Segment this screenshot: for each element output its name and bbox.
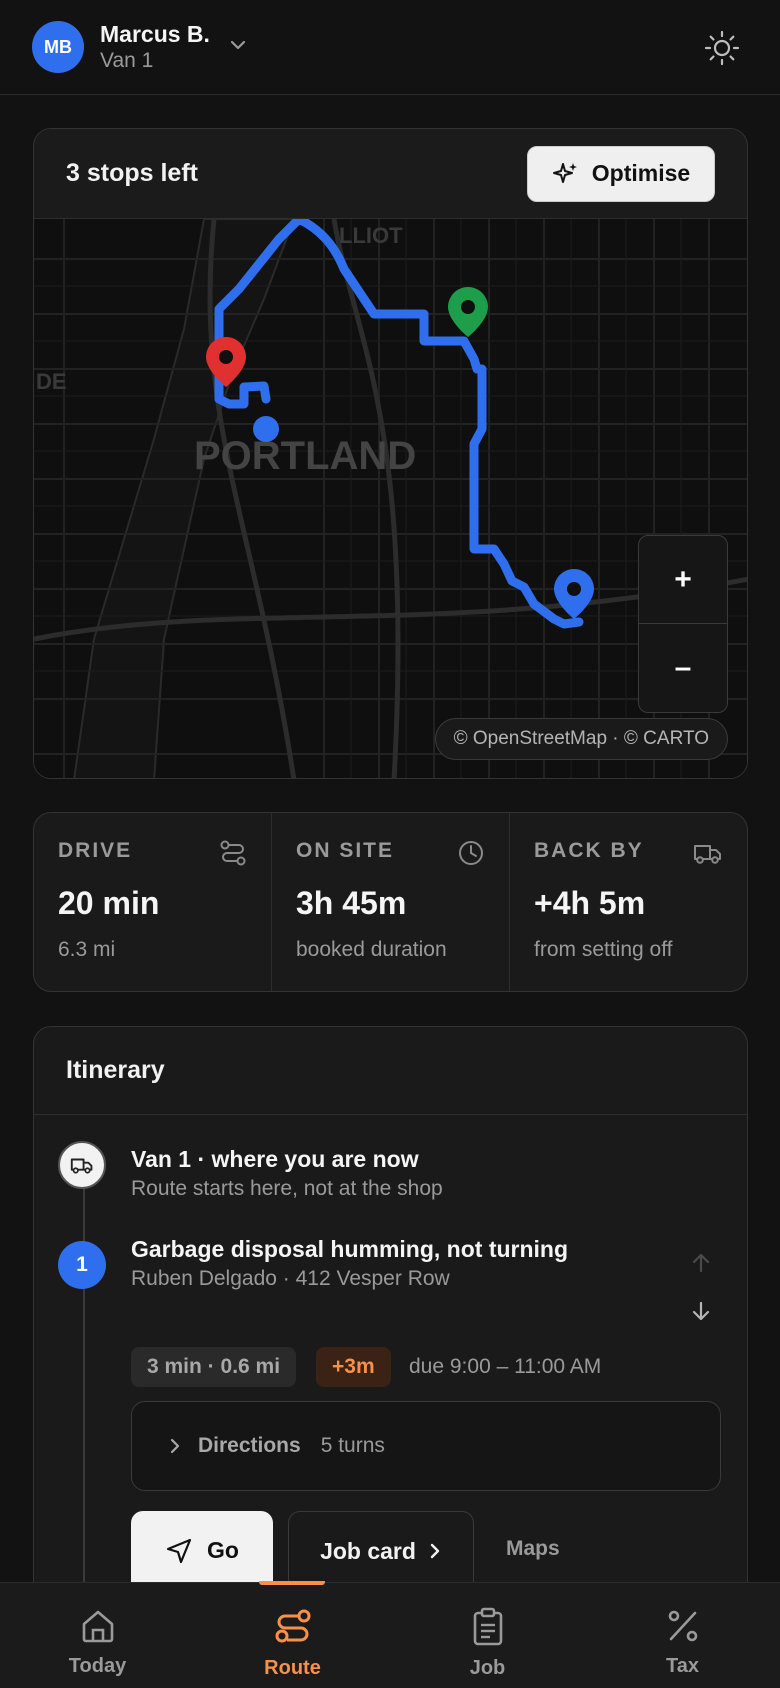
stat-on-site: ON SITE 3h 45m booked duration	[271, 813, 509, 991]
map-attribution[interactable]: © OpenStreetMap · © CARTO	[434, 718, 728, 760]
directions-expander[interactable]: Directions 5 turns	[131, 1401, 721, 1491]
zoom-in-button[interactable]: +	[639, 536, 727, 624]
stop-customer-address: Ruben Delgado · 412 Vesper Row	[131, 1267, 450, 1290]
route-stats-card: DRIVE 20 min 6.3 mi ON SITE 3h 45m booke…	[33, 812, 748, 992]
stop-title[interactable]: Garbage disposal humming, not turning	[131, 1236, 568, 1263]
start-title: Van 1 · where you are now	[131, 1146, 419, 1172]
due-window: due 9:00 – 11:00 AM	[409, 1355, 602, 1378]
nav-label: Tax	[666, 1655, 699, 1677]
route-map-card: 3 stops left Optimise LLIOT DE PORTLAND …	[33, 128, 748, 779]
map-district-label: LLIOT	[339, 223, 403, 248]
nav-tab-today[interactable]: Today	[0, 1583, 195, 1688]
start-node	[58, 1141, 106, 1189]
map-view[interactable]: LLIOT DE PORTLAND + – © OpenStreetMap · …	[34, 219, 747, 778]
zoom-controls: + –	[638, 535, 728, 713]
clock-icon	[459, 841, 483, 865]
optimise-label: Optimise	[591, 160, 691, 186]
stat-drive: DRIVE 20 min 6.3 mi	[34, 813, 271, 991]
nav-tab-tax[interactable]: Tax	[585, 1583, 780, 1688]
maps-link[interactable]: Maps	[506, 1537, 560, 1561]
nav-label: Today	[68, 1655, 127, 1677]
vehicle-name: Van 1	[100, 49, 154, 72]
stops-left-title: 3 stops left	[66, 159, 198, 187]
move-up-arrow-icon[interactable]	[689, 1251, 713, 1275]
start-subtitle: Route starts here, not at the shop	[131, 1177, 443, 1200]
itinerary-title: Itinerary	[34, 1027, 747, 1115]
stat-value: 3h 45m	[296, 885, 407, 921]
route-icon	[220, 840, 246, 866]
top-bar: MB Marcus B. Van 1	[0, 0, 780, 95]
theme-toggle-sun-icon[interactable]	[704, 30, 740, 66]
directions-label: Directions	[198, 1434, 301, 1457]
map-card-header: 3 stops left Optimise	[34, 129, 747, 219]
map-district-label: DE	[36, 369, 67, 394]
nav-tab-job[interactable]: Job	[390, 1583, 585, 1688]
directions-turns: 5 turns	[320, 1434, 385, 1457]
route-icon	[275, 1609, 310, 1643]
optimise-button[interactable]: Optimise	[527, 145, 715, 202]
percent-icon	[668, 1610, 697, 1642]
map-city-label: PORTLAND	[194, 434, 416, 478]
chevron-right-icon	[170, 1438, 180, 1454]
current-location-dot	[253, 416, 279, 442]
nav-tab-route[interactable]: Route	[195, 1581, 390, 1688]
stat-sub: booked duration	[296, 938, 447, 961]
job-card-label: Job card	[320, 1538, 416, 1564]
stat-back-by: BACK BY +4h 5m from setting off	[509, 813, 747, 991]
delay-chip: +3m	[316, 1347, 391, 1387]
user-name: Marcus B.	[100, 21, 210, 47]
user-switcher[interactable]: Marcus B. Van 1	[100, 20, 210, 74]
sparkles-icon	[552, 162, 577, 183]
stop-number-badge: 1	[58, 1241, 106, 1289]
stat-sub: from setting off	[534, 938, 673, 961]
stat-value: +4h 5m	[534, 885, 646, 921]
chevron-right-icon	[430, 1543, 440, 1559]
bottom-nav: Today Route Job Tax	[0, 1581, 780, 1688]
app-screen: MB Marcus B. Van 1 3 stops left Optimise…	[0, 0, 780, 1688]
navigation-arrow-icon	[166, 1538, 192, 1564]
move-down-arrow-icon[interactable]	[689, 1299, 713, 1323]
nav-label: Route	[264, 1657, 321, 1679]
home-icon	[82, 1610, 113, 1643]
stat-value: 20 min	[58, 885, 160, 921]
avatar[interactable]: MB	[32, 21, 84, 73]
stat-sub: 6.3 mi	[58, 938, 116, 961]
zoom-out-button[interactable]: –	[639, 624, 727, 712]
truck-icon	[694, 845, 721, 864]
nav-label: Job	[469, 1657, 506, 1679]
drive-distance-chip: 3 min · 0.6 mi	[131, 1347, 297, 1387]
chevron-down-icon[interactable]	[228, 35, 248, 55]
clipboard-icon	[473, 1607, 502, 1646]
go-label: Go	[207, 1537, 239, 1563]
truck-icon	[70, 1158, 93, 1174]
